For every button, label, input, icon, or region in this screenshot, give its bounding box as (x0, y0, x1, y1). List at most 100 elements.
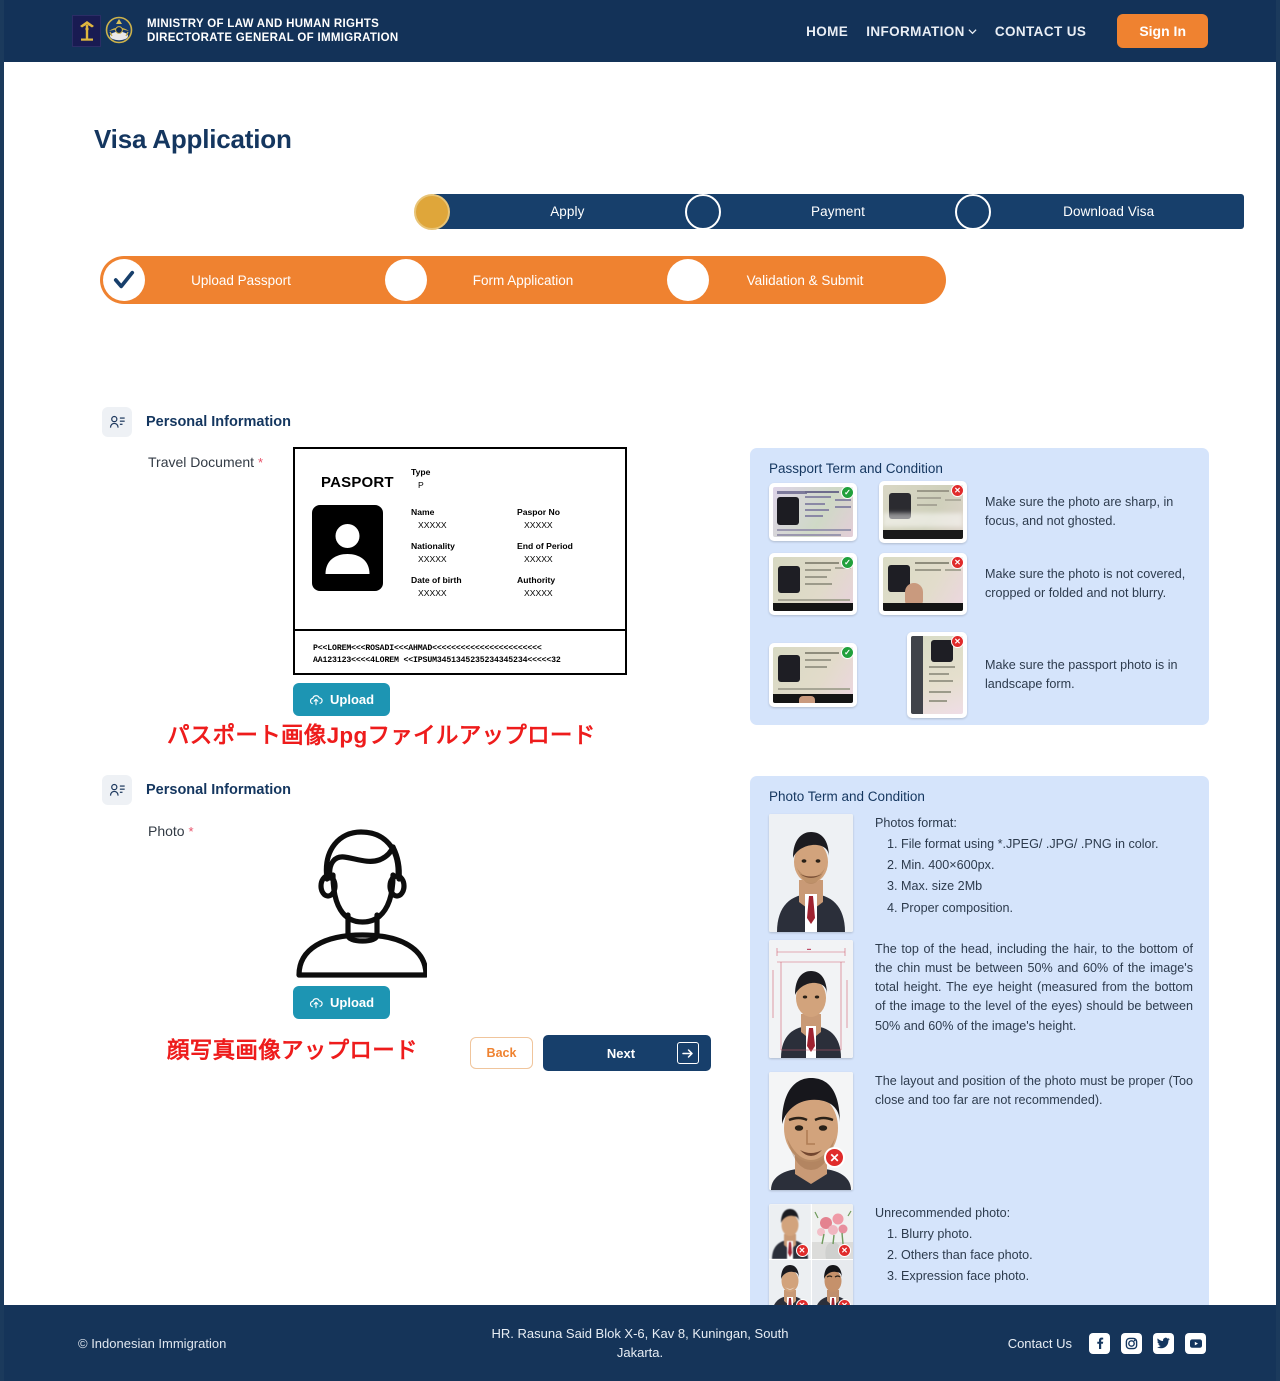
immigration-emblem-icon (105, 16, 133, 44)
passport-word: PASPORT (321, 474, 394, 491)
mrz-line-1: P<<LOREM<<<ROSADI<<<AHMAD<<<<<<<<<<<<<<<… (313, 644, 542, 653)
top-step-apply[interactable]: Apply (414, 193, 703, 230)
youtube-icon[interactable] (1185, 1332, 1206, 1354)
field-value: XXXXX (418, 520, 447, 530)
sub-step-form-application[interactable]: Form Application (382, 256, 664, 304)
arrow-right-icon (677, 1042, 699, 1064)
field-value: XXXXX (418, 588, 447, 598)
upload-travel-document-button[interactable]: Upload (293, 683, 391, 716)
ministry-crest-icon (72, 15, 101, 47)
photo-term-row: ✕ The layout and position of the photo m… (769, 1072, 1193, 1190)
footer-contact-group: Contact Us (1007, 1332, 1206, 1354)
sign-in-button[interactable]: Sign In (1117, 14, 1208, 48)
back-button[interactable]: Back (470, 1037, 533, 1069)
photo-sample-format (769, 814, 853, 932)
field-key: Paspor No (517, 507, 560, 517)
photo-term-text: Photos format: File format using *.JPEG/… (875, 814, 1195, 932)
visa-application-page: MINISTRY OF LAW AND HUMAN RIGHTS DIRECTO… (0, 0, 1280, 1381)
brand-text: MINISTRY OF LAW AND HUMAN RIGHTS DIRECTO… (147, 17, 399, 46)
footer-copyright: © Indonesian Immigration (78, 1335, 227, 1351)
passport-field-row: Name XXXXX Paspor No XXXXX (411, 507, 623, 530)
upload-cloud-icon (309, 694, 323, 705)
personal-information-icon (102, 407, 132, 437)
passport-field-authority: Authority XXXXX (517, 575, 623, 598)
passport-sample-portrait-bad: ✕ (907, 632, 967, 718)
passport-terms-title: Passport Term and Condition (769, 461, 943, 476)
label-text: Travel Document (148, 454, 255, 470)
badge-rejected-icon: ✕ (951, 484, 964, 497)
chevron-down-icon (968, 28, 977, 34)
passport-type-field: Type P (411, 467, 430, 490)
next-button[interactable]: Next (543, 1035, 711, 1071)
nav-item-contact-us[interactable]: CONTACT US (986, 24, 1096, 39)
field-key: Authority (517, 575, 556, 585)
passport-type-key: Type (411, 467, 431, 477)
section-title: Personal Information (146, 782, 292, 798)
twitter-icon[interactable] (1153, 1332, 1174, 1354)
footer-contact-label: Contact Us (1007, 1335, 1072, 1351)
main-navigation: HOME INFORMATION CONTACT US Sign In (797, 14, 1208, 48)
unrecommended-not-face: ✕ (811, 1204, 853, 1259)
step-circle-done (103, 259, 145, 301)
passport-term-text: Make sure the passport photo is in lands… (985, 658, 1178, 691)
photo-term-heading: Photos format: (875, 816, 957, 830)
nav-label: CONTACT US (994, 23, 1087, 39)
sub-step-validation-submit[interactable]: Validation & Submit (664, 256, 946, 304)
instagram-icon[interactable] (1121, 1332, 1142, 1354)
photo-term-list: File format using *.JPEG/ .JPG/ .PNG in … (901, 835, 1195, 918)
logo-group (72, 15, 135, 47)
field-key: Date of birth (411, 575, 462, 585)
sub-step-upload-passport[interactable]: Upload Passport (100, 256, 382, 304)
site-header: MINISTRY OF LAW AND HUMAN RIGHTS DIRECTO… (4, 0, 1276, 62)
passport-term-row: ✓ ✕ Make sure (769, 481, 1190, 543)
passport-field-row: Date of birth XXXXX Authority XXXXX (411, 575, 623, 598)
passport-term-row: ✓ ✕ Make sure the photo is not covered, … (769, 553, 1195, 615)
photo-term-list: Blurry photo. Others than face photo. Ex… (901, 1225, 1193, 1286)
step-circle-pending (955, 193, 992, 230)
badge-rejected-icon: ✕ (795, 1243, 809, 1257)
label-text: Photo (148, 823, 185, 839)
travel-document-label: Travel Document * (148, 454, 263, 470)
field-key: Name (411, 507, 435, 517)
top-step-payment[interactable]: Payment (684, 193, 974, 230)
badge-approved-icon: ✓ (841, 646, 854, 659)
section-title: Personal Information (146, 414, 292, 430)
photo-term-row: ▬ The top of the head, including the hai… (769, 940, 1193, 1058)
passport-type-value: P (418, 480, 424, 490)
photo-term-heading: Unrecommended photo: (875, 1206, 1011, 1220)
brand: MINISTRY OF LAW AND HUMAN RIGHTS DIRECTO… (72, 15, 399, 47)
annotation-passport-upload: パスポート画像Jpgファイルアップロード (167, 723, 596, 748)
badge-rejected-icon: ✕ (824, 1147, 845, 1168)
top-step-download-visa[interactable]: Download Visa (955, 193, 1244, 230)
passport-field-end-of-period: End of Period XXXXX (517, 541, 623, 564)
next-label: Next (606, 1045, 636, 1061)
passport-preview-top: PASPORT Type P Name XXXXX Paspor No XXXX… (295, 449, 625, 631)
sub-progress-steps: Upload Passport Form Application Validat… (100, 256, 946, 304)
nav-item-home[interactable]: HOME (797, 24, 857, 39)
nav-item-information[interactable]: INFORMATION (857, 24, 986, 39)
passport-field-paspor-no: Paspor No XXXXX (517, 507, 623, 530)
passport-field-row: Nationality XXXXX End of Period XXXXX (411, 541, 623, 564)
nav-label: INFORMATION (866, 23, 965, 39)
photo-term-text: The top of the head, including the hair,… (875, 942, 1193, 1033)
top-step-label: Apply (550, 204, 585, 219)
facebook-icon[interactable] (1089, 1332, 1110, 1354)
field-key: End of Period (517, 541, 573, 551)
upload-photo-button[interactable]: Upload (293, 986, 391, 1019)
upload-label: Upload (330, 692, 375, 707)
check-icon (113, 270, 135, 289)
list-item: Blurry photo. (901, 1225, 1193, 1244)
footer-address: HR. Rasuna Said Blok X-6, Kav 8, Kuninga… (491, 1325, 789, 1361)
photo-sample-too-close: ✕ (769, 1072, 853, 1190)
badge-rejected-icon: ✕ (951, 556, 964, 569)
annotation-photo-upload: 顔写真画像アップロード (167, 1038, 418, 1063)
passport-field-name: Name XXXXX (411, 507, 517, 530)
passport-sample-good: ✓ (769, 483, 857, 541)
step-circle-pending (385, 259, 427, 301)
site-footer: © Indonesian Immigration HR. Rasuna Said… (4, 1305, 1276, 1381)
mrz-line-2: AA123123<<<<4LOREM <<IPSUM34513452352343… (313, 656, 561, 666)
upload-label: Upload (330, 995, 375, 1010)
list-item: File format using *.JPEG/ .JPG/ .PNG in … (901, 835, 1195, 854)
photo-placeholder-avatar (292, 823, 429, 983)
nav-label: HOME (806, 23, 849, 39)
